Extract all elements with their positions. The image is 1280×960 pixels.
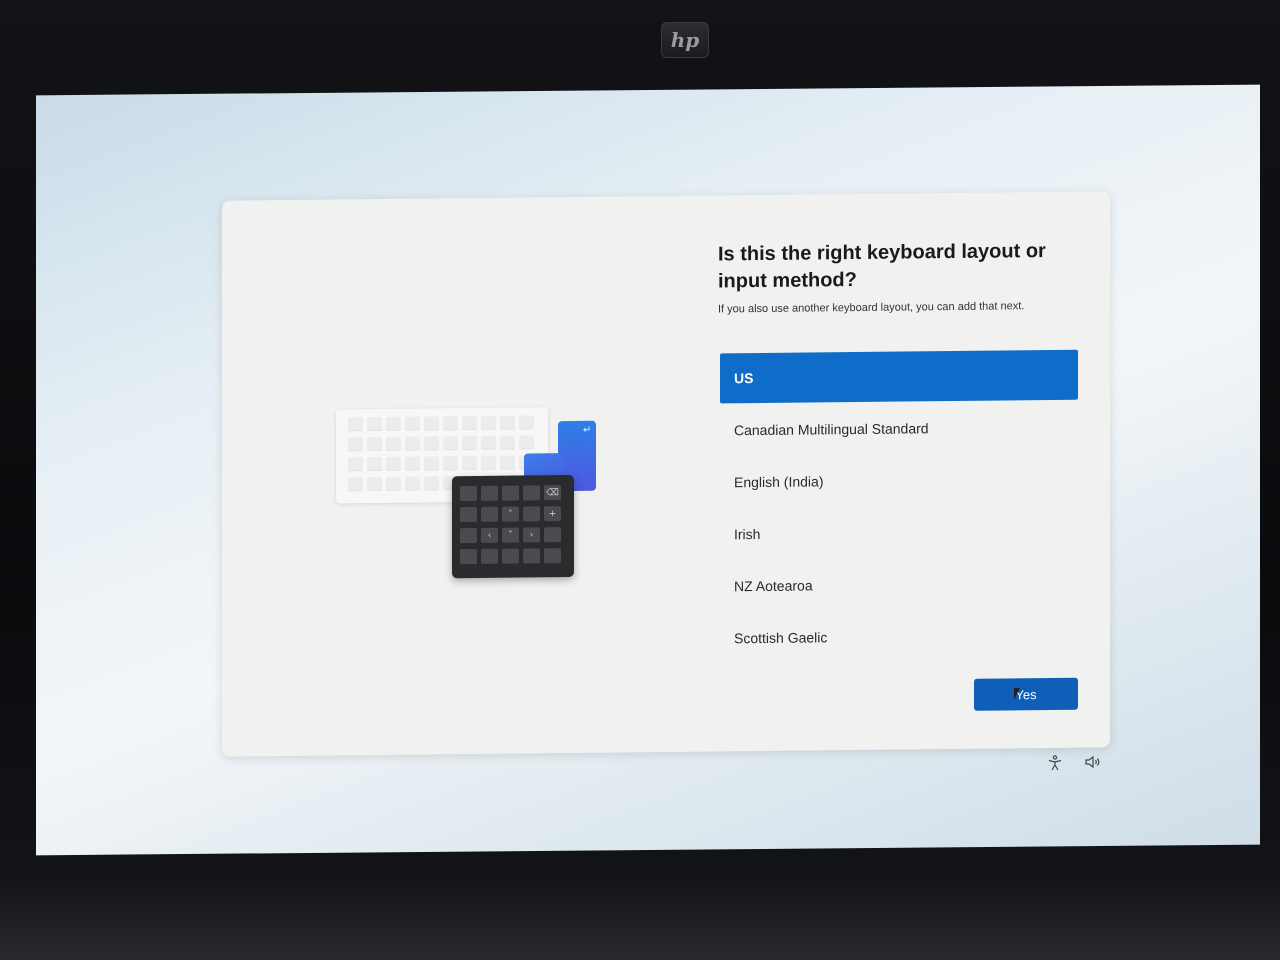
layout-list: US Canadian Multilingual Standard English … bbox=[720, 349, 1078, 666]
yes-button[interactable]: Yes bbox=[974, 677, 1078, 711]
layout-option-0[interactable]: US bbox=[720, 349, 1078, 404]
numpad-key-image bbox=[460, 527, 477, 544]
keyboard-key-image bbox=[405, 416, 420, 430]
numpad-image: ⌫ ˄ + ‹ ˅ › bbox=[452, 474, 574, 579]
numpad-key-image: + bbox=[544, 506, 561, 522]
numpad-key-image bbox=[502, 485, 519, 501]
keyboard-key-image bbox=[405, 436, 420, 450]
volume-icon[interactable] bbox=[1084, 753, 1102, 771]
keyboard-key-image bbox=[500, 435, 515, 449]
keyboard-key-image bbox=[462, 415, 477, 430]
numpad-key-image bbox=[481, 485, 498, 501]
numpad-key-image bbox=[544, 548, 561, 564]
enter-arrow-icon: ↵ bbox=[583, 424, 592, 436]
keyboard-key-image bbox=[367, 416, 382, 431]
keyboard-key-image bbox=[500, 455, 515, 469]
keyboard-key-image bbox=[367, 476, 382, 491]
keyboard-key-image bbox=[519, 415, 534, 429]
keyboard-key-image bbox=[462, 435, 477, 450]
numpad-key-image: ‹ bbox=[481, 527, 498, 543]
keyboard-key-image bbox=[386, 416, 401, 430]
numpad-key-image bbox=[523, 548, 540, 564]
numpad-key-image bbox=[460, 485, 477, 502]
page-title: Is this the right keyboard layout or inp… bbox=[718, 240, 1046, 293]
keyboard-key-image bbox=[367, 456, 382, 471]
keyboard-key-image bbox=[424, 416, 439, 430]
keyboard-key-image bbox=[462, 455, 477, 470]
keyboard-key-image bbox=[443, 436, 458, 450]
keyboard-key-image bbox=[348, 437, 363, 451]
keyboard-key-image bbox=[500, 415, 515, 429]
keyboard-key-image bbox=[348, 477, 363, 491]
keyboard-key-image bbox=[386, 436, 401, 450]
layout-option-5[interactable]: Scottish Gaelic bbox=[720, 610, 1078, 664]
keyboard-key-image bbox=[405, 476, 420, 490]
hp-logo: hp bbox=[661, 22, 709, 58]
keyboard-key-image bbox=[424, 476, 439, 490]
mouse-cursor-icon bbox=[1014, 688, 1020, 700]
keyboard-key-image bbox=[424, 436, 439, 450]
numpad-key-image bbox=[544, 527, 561, 543]
page-subtitle: If you also use another keyboard layout,… bbox=[718, 300, 1025, 316]
numpad-key-image: ˅ bbox=[502, 527, 519, 543]
keyboard-key-image bbox=[348, 417, 363, 431]
monitor-bottom-bezel bbox=[0, 870, 1280, 960]
layout-option-2[interactable]: English (India) bbox=[720, 454, 1078, 508]
keyboard-layout-dialog: ↵ ⌫ ˄ + ‹ ˅ › Is this the right keyboard layo… bbox=[222, 191, 1110, 757]
accessibility-glyph bbox=[1048, 755, 1062, 771]
keyboard-illustration: ↵ ⌫ ˄ + ‹ ˅ › bbox=[336, 407, 606, 590]
accessibility-icon[interactable] bbox=[1046, 754, 1064, 772]
numpad-key-image: ˄ bbox=[502, 506, 519, 522]
layout-option-1[interactable]: Canadian Multilingual Standard bbox=[720, 402, 1078, 456]
keyboard-key-image bbox=[443, 456, 458, 470]
numpad-key-image bbox=[460, 506, 477, 523]
keyboard-key-image bbox=[348, 457, 363, 471]
layout-option-4[interactable]: NZ Aotearoa bbox=[720, 558, 1078, 612]
keyboard-key-image bbox=[386, 456, 401, 470]
numpad-key-image bbox=[523, 506, 540, 522]
numpad-key-image bbox=[523, 485, 540, 501]
layout-option-3[interactable]: Irish bbox=[720, 506, 1078, 560]
numpad-key-image: ⌫ bbox=[544, 485, 561, 501]
keyboard-key-image bbox=[405, 456, 420, 470]
keyboard-key-image bbox=[481, 455, 496, 469]
keyboard-key-image bbox=[481, 415, 496, 429]
numpad-key-image bbox=[481, 506, 498, 522]
numpad-key-image bbox=[502, 548, 519, 564]
keyboard-key-image bbox=[443, 416, 458, 430]
keyboard-key-image bbox=[481, 435, 496, 449]
keyboard-key-image bbox=[386, 476, 401, 490]
keyboard-key-image bbox=[519, 435, 534, 449]
numpad-key-image: › bbox=[523, 527, 540, 543]
keyboard-key-image bbox=[424, 456, 439, 470]
volume-glyph bbox=[1085, 755, 1100, 769]
numpad-key-image bbox=[460, 548, 477, 565]
numpad-key-image bbox=[481, 548, 498, 564]
keyboard-key-image bbox=[367, 436, 382, 451]
